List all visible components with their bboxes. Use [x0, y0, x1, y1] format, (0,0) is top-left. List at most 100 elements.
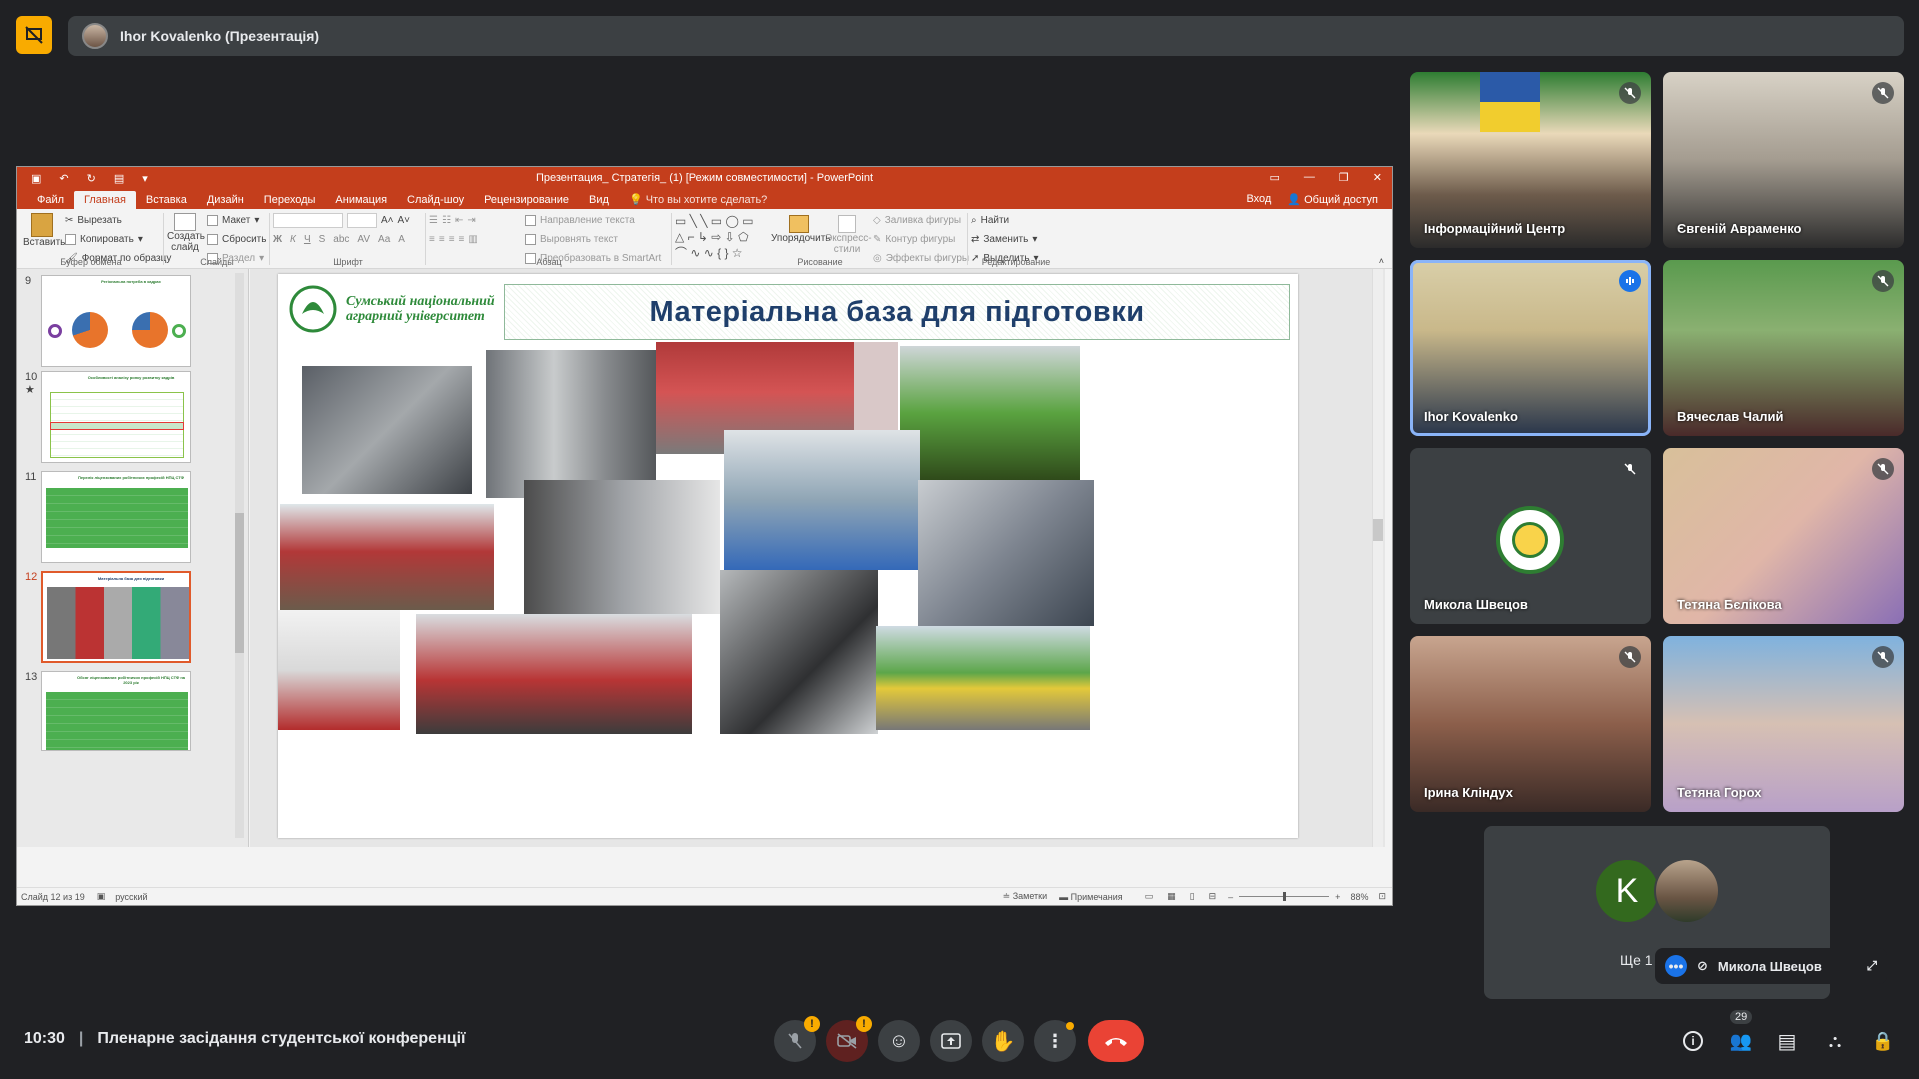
sign-in-link[interactable]: Вход	[1246, 193, 1271, 206]
justify-icon[interactable]: ≡	[459, 234, 465, 245]
replace-button[interactable]: ⇄ Заменить ▾	[971, 230, 1061, 249]
reset-button[interactable]: Сбросить	[207, 230, 266, 249]
align-text-button[interactable]: Выровнять текст	[525, 230, 661, 249]
participant-tile[interactable]: Микола Швецов	[1410, 448, 1651, 624]
restore-icon[interactable]: ❐	[1339, 171, 1349, 184]
align-right-icon[interactable]: ≡	[449, 234, 455, 245]
case-icon[interactable]: Aa	[378, 234, 390, 245]
participant-tile[interactable]: Тетяна Бєлікова	[1663, 448, 1904, 624]
slide-sorter-icon[interactable]: ▦	[1167, 891, 1176, 902]
university-logo: Сумський національний аграрний університе…	[288, 284, 495, 334]
font-color-icon[interactable]: A	[398, 234, 405, 245]
tab-design[interactable]: Дизайн	[197, 191, 254, 209]
present-button[interactable]	[930, 1020, 972, 1062]
shapes-gallery[interactable]: ▭ ╲ ╲ ▭ ◯ ▭ △ ⌐ ↳ ⇨ ⇩ ⬠ ⌒ ∿ ∿ { } ☆	[675, 213, 767, 261]
raise-hand-button[interactable]: ✋	[982, 1020, 1024, 1062]
participant-tile[interactable]: Тетяна Горох	[1663, 636, 1904, 812]
collapse-ribbon-icon[interactable]: ˄	[1379, 256, 1384, 266]
more-options-button[interactable]: ⋮	[1034, 1020, 1076, 1062]
notes-button[interactable]: ≐ Заметки	[1003, 891, 1047, 902]
close-icon[interactable]: ✕	[1373, 171, 1382, 184]
expand-icon[interactable]: ⤢	[1867, 958, 1877, 974]
tab-file[interactable]: Файл	[27, 191, 74, 209]
copy-button[interactable]: Копировать ▾	[65, 230, 171, 249]
outdent-icon[interactable]: ⇥	[467, 215, 475, 226]
numbering-icon[interactable]: ☷	[442, 215, 451, 226]
align-left-icon[interactable]: ≡	[429, 234, 435, 245]
cut-button[interactable]: ✂ Вырезать	[65, 211, 171, 230]
shadow-icon[interactable]: S	[319, 234, 326, 245]
participant-count-badge: 29	[1730, 1010, 1753, 1024]
spellcheck-icon[interactable]: ▣	[97, 891, 106, 902]
zoom-in-icon[interactable]: +	[1335, 892, 1340, 902]
font-size-input[interactable]	[347, 213, 377, 228]
meeting-details-button[interactable]: i	[1678, 1026, 1708, 1056]
tab-transitions[interactable]: Переходы	[254, 191, 326, 209]
spacing-icon[interactable]: AV	[357, 234, 370, 245]
chat-button[interactable]: ▤	[1772, 1026, 1802, 1056]
zoom-slider[interactable]	[1239, 892, 1330, 901]
share-button[interactable]: 👤 Общий доступ	[1287, 193, 1378, 206]
bold-icon[interactable]: Ж	[273, 234, 282, 245]
participant-tile[interactable]: Вячеслав Чалий	[1663, 260, 1904, 436]
list-buttons[interactable]: ☰ ☷ ⇤ ⇥	[429, 211, 478, 230]
grow-font-icon[interactable]: A˄	[381, 215, 394, 226]
participant-tile[interactable]: Євгеній Авраменко	[1663, 72, 1904, 248]
language-indicator[interactable]: русский	[115, 892, 147, 902]
tab-home[interactable]: Главная	[74, 191, 136, 209]
zoom-out-icon[interactable]: –	[1228, 892, 1233, 902]
new-slide-button[interactable]: Создать слайд	[167, 213, 205, 253]
minimize-icon[interactable]: —	[1304, 171, 1315, 184]
participant-tile[interactable]: Ihor Kovalenko	[1410, 260, 1651, 436]
people-button[interactable]: 👥 29	[1726, 1010, 1756, 1056]
reactions-button[interactable]: ☺	[878, 1020, 920, 1062]
find-button[interactable]: ⌕ Найти	[971, 211, 1061, 230]
shape-outline-button[interactable]: ✎ Контур фигуры	[873, 230, 969, 249]
presentation-off-icon[interactable]	[16, 16, 52, 54]
slide-scrollbar[interactable]	[1372, 269, 1383, 847]
bullets-icon[interactable]: ☰	[429, 215, 438, 226]
normal-view-icon[interactable]: ▭	[1145, 891, 1154, 902]
shrink-font-icon[interactable]: A˅	[398, 215, 411, 226]
slideshow-view-icon[interactable]: ⊟	[1209, 891, 1217, 902]
mic-button[interactable]: !	[774, 1016, 820, 1062]
ribbon-display-icon[interactable]: ▭	[1270, 171, 1280, 184]
tab-view[interactable]: Вид	[579, 191, 619, 209]
tab-animations[interactable]: Анимация	[325, 191, 397, 209]
collage-photo	[876, 626, 1090, 730]
italic-icon[interactable]: К	[290, 234, 296, 245]
tab-review[interactable]: Рецензирование	[474, 191, 579, 209]
participant-tile[interactable]: Інформаційний Центр	[1410, 72, 1651, 248]
zoom-level[interactable]: 88%	[1350, 892, 1368, 902]
text-direction-button[interactable]: Направление текста	[525, 211, 661, 230]
strike-icon[interactable]: abc	[333, 234, 349, 245]
current-slide[interactable]: Сумський національний аграрний університе…	[278, 274, 1298, 838]
participant-tile[interactable]: Ірина Кліндух	[1410, 636, 1651, 812]
slide-editor[interactable]: Сумський національний аграрний університе…	[250, 269, 1385, 847]
quick-styles-button[interactable]: Экспресс-стили	[825, 215, 872, 255]
camera-button[interactable]: !	[826, 1016, 872, 1062]
fit-slide-icon[interactable]: ⊡	[1378, 891, 1386, 902]
font-name-input[interactable]	[273, 213, 343, 228]
shape-fill-button[interactable]: ◇ Заливка фигуры	[873, 211, 969, 230]
host-controls-button[interactable]: 🔒	[1868, 1026, 1898, 1056]
align-center-icon[interactable]: ≡	[439, 234, 445, 245]
paste-button[interactable]: Вставить	[23, 213, 65, 248]
layout-button[interactable]: Макет ▾	[207, 211, 266, 230]
columns-icon[interactable]: ▥	[468, 234, 477, 245]
more-options-icon[interactable]: •••	[1665, 955, 1687, 977]
participant-pill[interactable]: ••• ⊘ Микола Швецов ⤢	[1655, 948, 1887, 984]
activities-button[interactable]: ⛬	[1820, 1026, 1850, 1056]
tell-me-box[interactable]: 💡 Что вы хотите сделать?	[619, 190, 777, 209]
comments-button[interactable]: ▬ Примечания	[1059, 892, 1122, 902]
underline-icon[interactable]: Ч	[304, 234, 311, 245]
align-buttons[interactable]: ≡ ≡ ≡ ≡ ▥	[429, 230, 478, 249]
slide-thumbnails[interactable]: 9 Регіональна потреба в кадрах 10 ★ Особ…	[17, 269, 249, 847]
reading-view-icon[interactable]: ▯	[1190, 891, 1195, 902]
tab-insert[interactable]: Вставка	[136, 191, 197, 209]
tab-slideshow[interactable]: Слайд-шоу	[397, 191, 474, 209]
thumbnails-scrollbar[interactable]	[235, 273, 244, 838]
leave-call-button[interactable]	[1088, 1020, 1144, 1062]
arrange-button[interactable]: Упорядочить	[771, 215, 831, 244]
indent-icon[interactable]: ⇤	[455, 215, 463, 226]
